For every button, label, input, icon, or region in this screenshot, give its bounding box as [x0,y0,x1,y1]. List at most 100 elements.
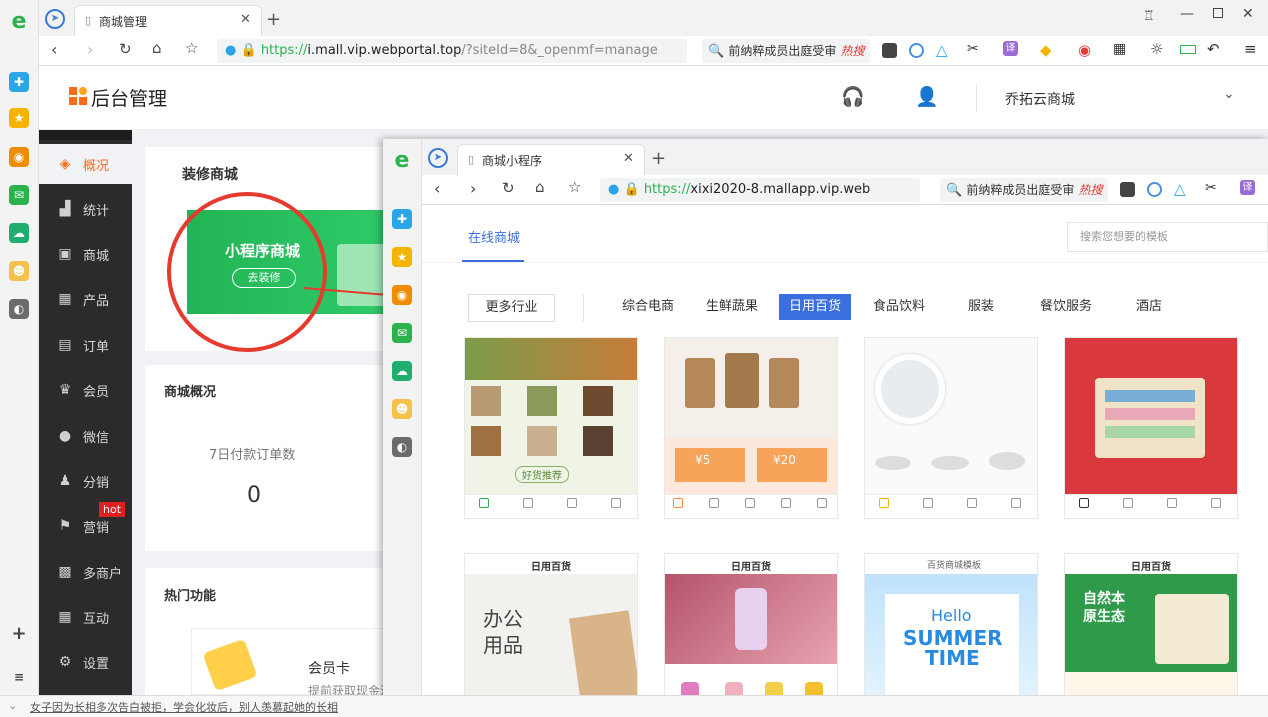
popup-url-field[interactable]: ● 🔒 https://xixi2020-8.mallapp.vip.web [600,178,920,202]
news-ticker-link[interactable]: 女子因为长相多次告白被拒，学会化妆后，别人羡慕起她的长相 [30,699,338,715]
close-window-icon[interactable]: ✕ [1242,6,1254,22]
tab-mall-manage[interactable]: ▯ 商城管理 ✕ [74,5,262,36]
battery-icon[interactable] [1180,45,1196,54]
back-icon[interactable]: ‹ [434,179,440,198]
home-icon[interactable]: ⌂ [152,39,162,57]
category-fresh[interactable]: 生鲜蔬果 [696,294,768,320]
reload-icon[interactable]: ↻ [502,179,515,197]
ad-block-icon[interactable] [1147,182,1162,197]
bookmark-star-icon[interactable]: ☆ [568,178,581,196]
forward-icon[interactable]: › [470,179,476,198]
nav-item-multi-merchant[interactable]: ▩ 多商户 [39,552,132,592]
translate-icon[interactable]: 译 [1003,41,1018,56]
weibo-icon[interactable]: ◉ [9,147,29,167]
menu-icon[interactable]: ≡ [9,667,29,687]
popup-star-icon[interactable]: ★ [392,247,412,267]
nav-item-mall[interactable]: ▣ 商城 [39,234,132,274]
template-thumb-4[interactable] [1064,337,1238,519]
bird-icon[interactable]: △ [936,41,948,59]
nav-item-wechat[interactable]: ● 微信 [39,416,132,456]
popup-search-box[interactable]: 🔍 前纳粹成员出庭受审 热搜 [940,178,1108,202]
brightness-icon[interactable]: ☼ [1150,40,1163,58]
home-icon[interactable]: ⌂ [535,178,545,196]
member-card-feature[interactable]: 会员卡 提前获取现金流 [191,628,405,698]
close-tab-icon[interactable]: ✕ [623,151,634,166]
forward-icon[interactable]: › [87,40,93,59]
nav-item-overview[interactable]: ◈ 概况 [39,144,132,184]
new-tab-icon[interactable]: + [266,9,281,30]
badge-icon[interactable]: ◆ [1040,41,1052,59]
page-icon: ▯ [85,14,92,27]
panda-icon[interactable]: ◐ [9,299,29,319]
nav-item-products[interactable]: ▦ 产品 [39,279,132,319]
scissors-icon[interactable]: ✂ [1205,180,1217,196]
nav-item-marketing[interactable]: ⚑ 营销 hot [39,502,132,546]
mail-icon[interactable]: ✉ [9,185,29,205]
users-icon: ♟ [58,473,72,489]
url-field[interactable]: ● 🔒 https://i.mall.vip.webportal.top/?si… [217,39,687,63]
headset-icon[interactable]: 🎧 [841,85,865,108]
category-daily-goods[interactable]: 日用百货 [779,294,852,320]
close-tab-icon[interactable]: ✕ [240,12,251,27]
shirt-icon[interactable]: ♖ [1143,9,1155,24]
translate-icon[interactable]: 译 [1240,180,1255,195]
template-thumb-7[interactable]: 百货商城模板 Hello SUMMER TIME [864,553,1038,713]
tab-mall-miniapp[interactable]: ▯ 商城小程序 ✕ [457,144,645,175]
gamepad-icon[interactable]: ◉ [1078,41,1091,59]
template-thumb-8[interactable]: 日用百货 自然本原生态 [1064,553,1238,713]
extension-icon[interactable] [1120,182,1135,197]
nav-item-orders[interactable]: ▤ 订单 [39,325,132,365]
nav-item-interaction[interactable]: ▦ 互动 [39,597,132,637]
search-box[interactable]: 🔍 前纳粹成员出庭受审 热搜 [702,39,870,63]
game-icon[interactable]: ☻ [9,261,29,281]
template-thumb-6[interactable]: 日用百货 [664,553,838,713]
undo-icon[interactable]: ↶ [1207,40,1220,58]
more-menu-icon[interactable]: ≡ [1244,40,1257,58]
bird-icon[interactable]: △ [1174,180,1186,198]
popup-cloud-icon[interactable]: ☁ [392,361,412,381]
grid-icon[interactable]: ▦ [1113,41,1126,57]
template-thumb-1[interactable]: 好货推荐 [464,337,638,519]
category-hotel[interactable]: 酒店 [1126,294,1172,320]
user-icon[interactable]: 👤 [915,85,939,108]
template-search-input[interactable]: 搜索您想要的模板 [1067,222,1268,252]
template-thumb-2[interactable]: ¥5 ¥20 [664,337,838,519]
popup-game-icon[interactable]: ☻ [392,399,412,419]
popup-weibo-icon[interactable]: ◉ [392,285,412,305]
more-industry-button[interactable]: 更多行业 [468,294,555,322]
popup-panda-icon[interactable]: ◐ [392,437,412,457]
browser-logo-icon[interactable]: e [9,11,29,33]
maximize-icon[interactable] [1213,8,1223,18]
template-thumb-3[interactable] [864,337,1038,519]
extension-icon[interactable] [882,43,897,58]
nav-item-distribution[interactable]: ♟ 分销 [39,461,132,501]
shop-name[interactable]: 乔拓云商城 [1005,89,1075,109]
minimize-icon[interactable]: — [1180,6,1194,22]
scissors-icon[interactable]: ✂ [967,41,979,57]
reload-icon[interactable]: ↻ [119,40,132,58]
popup-browser-logo-icon[interactable]: e [392,150,412,172]
template-thumb-5[interactable]: 日用百货 办公用品 [464,553,638,713]
category-clothing[interactable]: 服装 [958,294,1004,320]
back-icon[interactable]: ‹ [51,40,57,59]
vip-card-icon [202,638,258,692]
category-general[interactable]: 综合电商 [612,294,684,320]
ad-block-icon[interactable] [909,43,924,58]
nav-item-members[interactable]: ♛ 会员 [39,370,132,410]
sidebar-plus-icon[interactable]: ✚ [9,72,29,92]
tab-online-mall[interactable]: 在线商城 [468,227,520,246]
chevron-down-icon[interactable]: ⌄ [1223,86,1235,102]
new-tab-icon[interactable]: + [651,148,666,169]
nav-item-settings[interactable]: ⚙ 设置 [39,642,132,682]
nav-item-stats[interactable]: ▟ 统计 [39,189,132,229]
popup-mail-icon[interactable]: ✉ [392,323,412,343]
bookmark-star-icon[interactable]: ☆ [185,39,198,57]
favorites-star-icon[interactable]: ★ [9,108,29,128]
add-icon[interactable]: + [9,624,29,644]
navigate-icon[interactable]: ➤ [45,9,65,29]
category-catering[interactable]: 餐饮服务 [1030,294,1102,320]
category-food[interactable]: 食品饮料 [863,294,935,320]
popup-plus-icon[interactable]: ✚ [392,209,412,229]
popup-navigate-icon[interactable]: ➤ [428,148,448,168]
cloud-icon[interactable]: ☁ [9,223,29,243]
